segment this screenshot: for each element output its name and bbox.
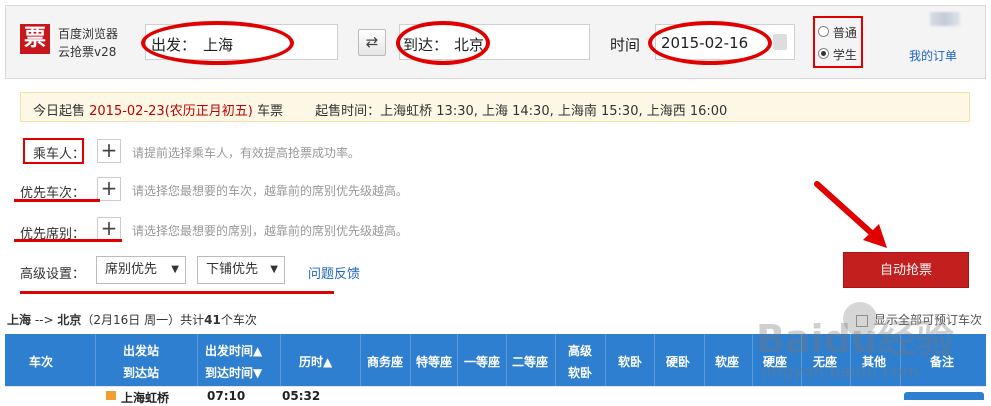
row-station: 上海虹桥 bbox=[121, 391, 170, 405]
brand-name: 百度浏览器 bbox=[58, 27, 119, 41]
col-duration[interactable]: 历时▲ bbox=[299, 353, 332, 370]
col-special[interactable]: 特等座 bbox=[416, 353, 452, 370]
col-hard-sleeper[interactable]: 硬卧 bbox=[666, 353, 690, 370]
col-second[interactable]: 二等座 bbox=[512, 353, 548, 370]
user-avatar[interactable] bbox=[930, 12, 960, 26]
auto-grab-button[interactable]: 自动抢票 bbox=[843, 252, 969, 288]
chevron-down-icon: ▼ bbox=[270, 264, 278, 275]
brand-version: 云抢票v28 bbox=[58, 45, 117, 59]
my-orders-link[interactable]: 我的订单 bbox=[909, 47, 957, 64]
plus-icon: + bbox=[100, 176, 118, 200]
app-logo: 票 bbox=[20, 24, 50, 54]
seat-priority-select[interactable]: 席别优先 ▼ bbox=[96, 256, 186, 284]
col-premium-soft[interactable]: 软卧 bbox=[568, 364, 592, 381]
add-passenger-button[interactable]: + bbox=[97, 139, 121, 163]
watermark-url: jingyan.baidu.com bbox=[762, 362, 919, 382]
radio-student-circle[interactable] bbox=[818, 48, 829, 59]
passenger-hint: 请提前选择乘车人，有效提高抢票成功率。 bbox=[132, 146, 361, 160]
col-arrive-time[interactable]: 到达时间▼ bbox=[205, 364, 262, 381]
annotation-underline bbox=[14, 239, 122, 242]
route-summary: 上海 --> 北京（2月16日 周一）共计41个车次 bbox=[7, 313, 257, 327]
watermark-logo: Baidu经验 bbox=[756, 317, 954, 361]
plus-icon: + bbox=[100, 138, 118, 162]
annotation-underline bbox=[20, 291, 334, 294]
col-soft-seat[interactable]: 软座 bbox=[715, 353, 739, 370]
col-premium[interactable]: 高级 bbox=[568, 342, 592, 359]
radio-student-label: 学生 bbox=[832, 48, 857, 62]
calendar-icon[interactable] bbox=[773, 34, 787, 50]
radio-student[interactable]: 学生 bbox=[818, 46, 857, 63]
station-start-icon bbox=[106, 391, 116, 400]
advanced-label: 高级设置： bbox=[20, 267, 86, 282]
add-seat-button[interactable]: + bbox=[97, 217, 121, 241]
berth-priority-select[interactable]: 下铺优先 ▼ bbox=[197, 256, 285, 284]
train-hint: 请选择您最想要的车次，越靠前的席别优先级越高。 bbox=[132, 184, 409, 198]
plus-icon: + bbox=[100, 216, 118, 240]
annotation-oval bbox=[396, 21, 490, 65]
time-label: 时间 bbox=[610, 36, 641, 54]
chevron-down-icon: ▼ bbox=[171, 264, 179, 275]
passenger-label: 乘车人： bbox=[33, 147, 86, 162]
row-depart-time: 07:10 bbox=[207, 389, 246, 403]
radio-regular[interactable]: 普通 bbox=[818, 24, 857, 41]
seat-hint: 请选择您最想要的席别，越靠前的席别优先级越高。 bbox=[132, 224, 409, 238]
swap-arrows-icon: ⇄ bbox=[365, 33, 379, 51]
col-depart-time[interactable]: 出发时间▲ bbox=[205, 342, 262, 359]
add-train-button[interactable]: + bbox=[97, 177, 121, 201]
feedback-link[interactable]: 问题反馈 bbox=[308, 263, 360, 282]
annotation-oval bbox=[648, 21, 772, 65]
radio-regular-circle[interactable] bbox=[818, 26, 829, 37]
book-button[interactable] bbox=[904, 392, 984, 400]
swap-button[interactable]: ⇄ bbox=[358, 29, 386, 56]
radio-regular-label: 普通 bbox=[832, 26, 857, 40]
col-train-no[interactable]: 车次 bbox=[29, 353, 53, 370]
col-depart-station[interactable]: 出发站 bbox=[123, 342, 159, 359]
col-first[interactable]: 一等座 bbox=[464, 353, 500, 370]
annotation-underline bbox=[14, 199, 100, 202]
row-duration: 05:32 bbox=[282, 389, 321, 403]
col-arrive-station[interactable]: 到达站 bbox=[123, 364, 159, 381]
annotation-arrow-icon bbox=[814, 181, 887, 248]
col-soft-sleeper[interactable]: 软卧 bbox=[618, 353, 642, 370]
annotation-oval bbox=[141, 21, 294, 65]
sale-notice-text: 今日起售 2015-02-23(农历正月初五) 车票 起售时间：上海虹桥 13:… bbox=[33, 104, 728, 119]
col-business[interactable]: 商务座 bbox=[367, 353, 403, 370]
